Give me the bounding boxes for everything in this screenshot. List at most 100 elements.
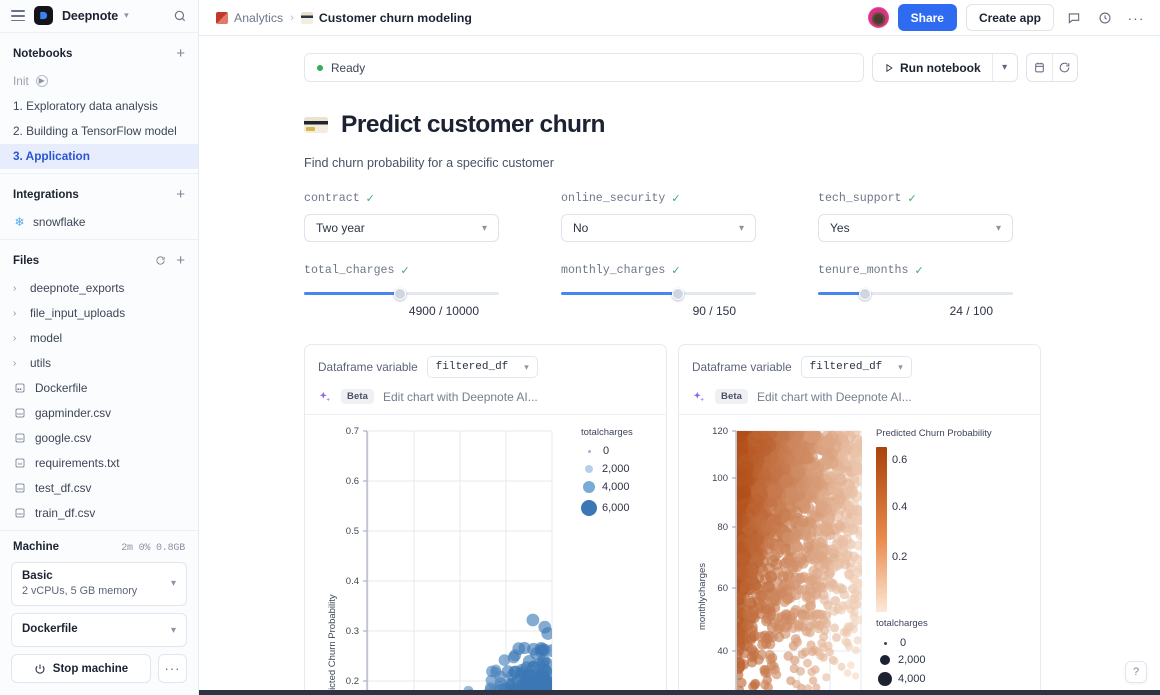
total-charges-slider[interactable] xyxy=(304,286,499,300)
sidebar-item-label: 2. Building a TensorFlow model xyxy=(13,124,177,139)
slider-track[interactable] xyxy=(304,287,499,300)
menu-icon[interactable] xyxy=(11,10,25,22)
y-axis-label-right: monthlycharges xyxy=(697,562,708,630)
file-item-csv[interactable]: csv gapminder.csv xyxy=(0,401,198,426)
environment-selector[interactable]: Dockerfile ▾ xyxy=(11,613,187,647)
page-title-row: Predict customer churn xyxy=(304,111,1160,139)
contract-select-value: Two year xyxy=(316,221,365,235)
sidebar-item-notebook-2[interactable]: 2. Building a TensorFlow model xyxy=(0,119,198,144)
chart-header-right: Dataframe variable filtered_df ▾ Beta Ed… xyxy=(679,345,1040,415)
workspace-name: Deepnote xyxy=(62,8,119,23)
main-area: Analytics › Customer churn modeling Shar… xyxy=(199,0,1160,695)
file-item-folder[interactable]: › file_input_uploads xyxy=(0,301,198,326)
calendar-icon[interactable] xyxy=(1027,54,1052,81)
legend-item: 2,000 xyxy=(880,654,926,666)
control-label: tech_support ✓ xyxy=(818,192,1075,205)
file-item-csv[interactable]: csv test_df.csv xyxy=(0,476,198,501)
notebooks-title: Notebooks xyxy=(13,47,73,60)
create-app-button[interactable]: Create app xyxy=(965,4,1054,31)
machine-more-button[interactable]: ··· xyxy=(158,654,187,683)
sidebar-item-notebook-3[interactable]: 3. Application xyxy=(0,143,198,169)
online-security-select[interactable]: No ▾ xyxy=(561,214,756,242)
chevron-down-icon[interactable]: ▾ xyxy=(124,10,129,21)
tenure-months-slider[interactable] xyxy=(818,286,1013,300)
dataframe-value: filtered_df xyxy=(809,361,883,373)
bottom-scrollbar[interactable] xyxy=(199,690,1160,695)
scatter-plot-left: Predicted Churn Probability 0.7 0.6 0.5 … xyxy=(305,415,666,695)
contract-select[interactable]: Two year ▾ xyxy=(304,214,499,242)
ai-edit-row[interactable]: Beta Edit chart with Deepnote AI... xyxy=(318,389,653,404)
legend-marker xyxy=(588,449,591,453)
run-notebook-button[interactable]: Run notebook xyxy=(873,54,992,81)
add-file-button[interactable]: + xyxy=(176,253,185,268)
valid-check-icon: ✓ xyxy=(671,265,681,277)
legend-label: 4,000 xyxy=(898,673,926,685)
y-tick: 0.2 xyxy=(345,676,359,687)
svg-text:csv: csv xyxy=(17,486,23,491)
share-button[interactable]: Share xyxy=(897,4,957,31)
chevron-right-icon: › xyxy=(13,282,17,294)
ai-edit-row[interactable]: Beta Edit chart with Deepnote AI... xyxy=(692,389,1027,404)
sidebar-item-snowflake[interactable]: ❄ snowflake xyxy=(0,210,198,235)
refresh-icon[interactable] xyxy=(1051,54,1077,81)
file-item-dockerfile[interactable]: Dockerfile xyxy=(0,376,198,401)
csv-file-icon: csv xyxy=(13,482,26,495)
slider-knob[interactable] xyxy=(858,287,871,300)
file-item-folder[interactable]: › model xyxy=(0,326,198,351)
sidebar-item-notebook-1[interactable]: 1. Exploratory data analysis xyxy=(0,94,198,119)
status-indicator-dot xyxy=(317,64,323,71)
color-legend-tick: 0.2 xyxy=(892,551,908,563)
kernel-status-bar[interactable]: Ready xyxy=(304,53,864,82)
toolbar-icon-group xyxy=(1025,53,1078,82)
slider-track[interactable] xyxy=(561,287,756,300)
comment-icon[interactable] xyxy=(1063,7,1085,29)
integrations-section: Integrations + ❄ snowflake xyxy=(0,172,198,239)
hardware-selector[interactable]: Basic 2 vCPUs, 5 GB memory ▾ xyxy=(11,561,187,606)
file-item-txt[interactable]: txt requirements.txt xyxy=(0,451,198,476)
legend-marker xyxy=(581,500,597,516)
legend-label: 0 xyxy=(603,445,610,457)
breadcrumb: Analytics › Customer churn modeling xyxy=(216,11,472,25)
help-icon[interactable]: ? xyxy=(1125,661,1147,683)
app-root: Deepnote ▾ Notebooks + Init ▶ 1. Explora… xyxy=(0,0,1160,695)
legend-item: 2,000 xyxy=(585,463,630,475)
chevron-down-icon: ▾ xyxy=(898,361,903,372)
chevron-right-icon: › xyxy=(13,332,17,344)
breadcrumb-project[interactable]: Analytics xyxy=(216,11,283,25)
file-item-folder[interactable]: › utils xyxy=(0,351,198,376)
file-name: file_input_uploads xyxy=(30,306,126,321)
breadcrumb-current[interactable]: Customer churn modeling xyxy=(300,11,472,25)
control-name: tenure_months xyxy=(818,264,909,277)
slider-knob[interactable] xyxy=(393,287,406,300)
add-notebook-button[interactable]: + xyxy=(176,46,185,61)
file-item-csv[interactable]: csv google.csv xyxy=(0,426,198,451)
tech-support-select[interactable]: Yes ▾ xyxy=(818,214,1013,242)
txt-file-icon: txt xyxy=(13,457,26,470)
legend-label: 2,000 xyxy=(602,463,630,475)
run-options-caret[interactable]: ▾ xyxy=(991,54,1017,81)
dataframe-select[interactable]: filtered_df ▾ xyxy=(426,356,538,378)
stop-machine-button[interactable]: Stop machine xyxy=(11,654,151,683)
deepnote-logo-icon[interactable] xyxy=(34,6,53,26)
search-icon[interactable] xyxy=(173,9,187,23)
slider-knob[interactable] xyxy=(672,287,684,300)
history-icon[interactable] xyxy=(1094,7,1116,29)
valid-check-icon: ✓ xyxy=(907,193,917,205)
monthly-charges-slider[interactable] xyxy=(561,286,756,300)
sidebar: Deepnote ▾ Notebooks + Init ▶ 1. Explora… xyxy=(0,0,199,695)
page-title: Predict customer churn xyxy=(341,111,606,138)
add-integration-button[interactable]: + xyxy=(176,187,185,202)
slider-track[interactable] xyxy=(818,287,1013,300)
more-icon[interactable]: ··· xyxy=(1125,7,1147,29)
file-item-csv[interactable]: csv train_df.csv xyxy=(0,501,198,526)
control-label: tenure_months ✓ xyxy=(818,264,1075,277)
control-tech-support: tech_support ✓ Yes ▾ xyxy=(818,192,1075,242)
file-name: Dockerfile xyxy=(35,381,88,396)
sidebar-item-init[interactable]: Init ▶ xyxy=(0,69,198,94)
dataframe-select[interactable]: filtered_df ▾ xyxy=(800,356,912,378)
machine-header: Machine 2m 0% 0.8GB xyxy=(11,541,187,562)
refresh-files-icon[interactable] xyxy=(155,255,166,266)
file-item-folder[interactable]: › deepnote_exports xyxy=(0,276,198,301)
init-run-icon[interactable]: ▶ xyxy=(35,75,48,88)
user-avatar[interactable] xyxy=(867,7,889,28)
